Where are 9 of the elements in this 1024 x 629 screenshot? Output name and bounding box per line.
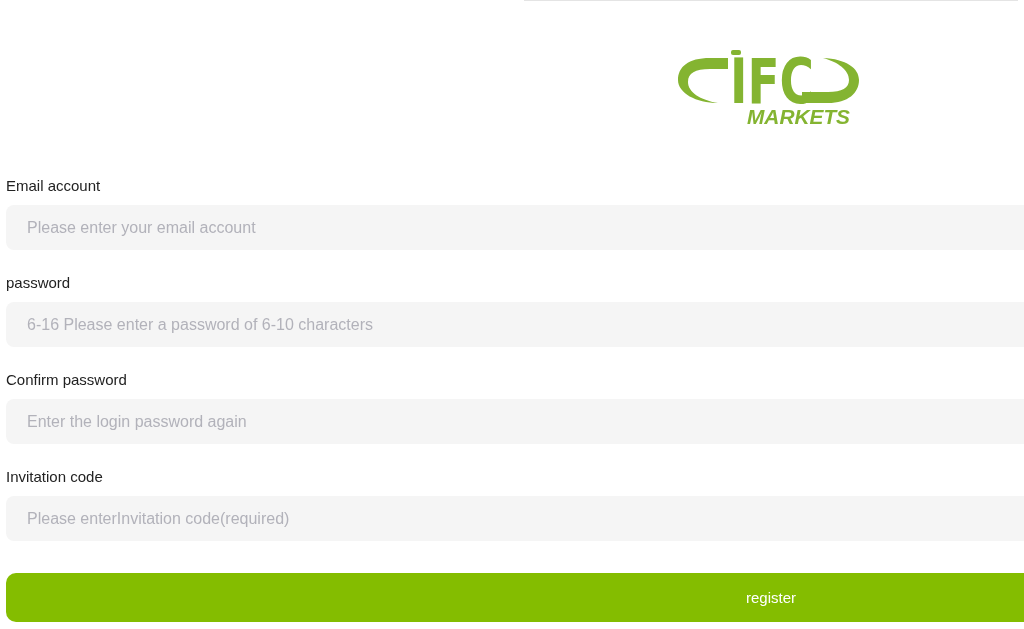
- field-label: Invitation code: [6, 467, 103, 487]
- field-label: password: [6, 273, 71, 293]
- field-label: Confirm password: [6, 370, 127, 390]
- register-button[interactable]: register: [6, 573, 1024, 622]
- input-field[interactable]: Please enter your email account: [6, 205, 1024, 250]
- field-label: Email account: [6, 176, 101, 196]
- input-field[interactable]: Enter the login password again: [6, 399, 1024, 444]
- input-field[interactable]: 6-16 Please enter a password of 6-10 characters: [6, 302, 1024, 347]
- input-field[interactable]: Please enterInvitation code(required): [6, 496, 1024, 541]
